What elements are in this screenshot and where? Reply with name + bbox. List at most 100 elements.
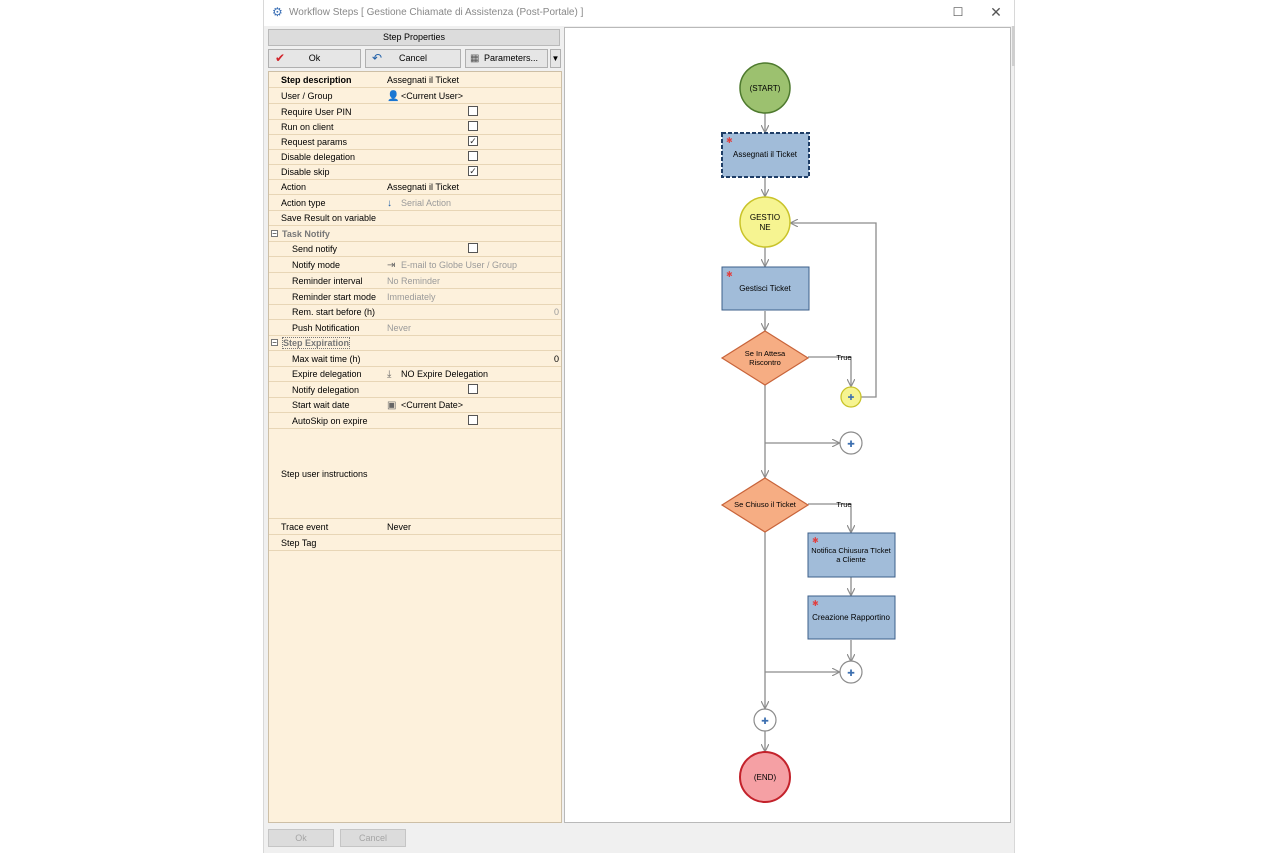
prop-label: Push Notification — [292, 323, 360, 333]
prop-row-step-tag[interactable]: Step Tag — [269, 536, 561, 551]
ok-button[interactable]: ✔ Ok — [268, 49, 361, 68]
prop-value: E-mail to Globe User / Group — [401, 260, 518, 270]
merge-node-2[interactable]: ✚ — [839, 660, 863, 684]
prop-label: Step Tag — [281, 538, 317, 548]
task-notifica-chiusura-ticket[interactable]: ✱ Notifica Chiusura TIcket a Cliente — [807, 532, 896, 578]
prop-value: 0 — [553, 307, 559, 317]
prop-label: Rem. start before (h) — [292, 307, 376, 317]
prop-label: Expire delegation — [292, 369, 362, 379]
task-label: Assegnati il Ticket — [733, 150, 798, 159]
prop-label: Notify delegation — [292, 385, 360, 395]
prop-row-trace-event[interactable]: Trace event Never — [269, 520, 561, 535]
end-label: (END) — [754, 773, 777, 782]
run-on-client-checkbox[interactable] — [468, 121, 478, 131]
prop-label: Step description — [281, 75, 352, 85]
ok-button-label: Ok — [308, 53, 321, 63]
loop-node[interactable]: ✚ — [840, 386, 862, 408]
prop-value: Never — [387, 522, 412, 532]
prop-row-request-params[interactable]: Request params ✓ — [269, 135, 561, 150]
task-gear-icon: ✱ — [726, 270, 733, 279]
footer-cancel-button[interactable]: Cancel — [340, 829, 406, 847]
prop-row-require-user-pin[interactable]: Require User PIN — [269, 105, 561, 120]
close-button[interactable]: ✕ — [984, 3, 1008, 21]
prop-row-expire-delegation[interactable]: Expire delegation ⤓ NO Expire Delegation — [269, 367, 561, 382]
prop-value: Immediately — [387, 292, 436, 302]
maximize-button[interactable]: ☐ — [946, 3, 970, 21]
prop-row-start-wait-date[interactable]: Start wait date ▣ <Current Date> — [269, 398, 561, 413]
prop-row-notify-delegation[interactable]: Notify delegation — [269, 383, 561, 398]
prop-value: 0 — [553, 354, 559, 364]
properties-toolbar: ✔ Ok ↶ Cancel ▦ Parameters... ▼ — [268, 49, 562, 69]
prop-row-step-user-instructions[interactable]: Step user instructions — [269, 429, 561, 519]
enter-arrow-icon: ⇥ — [387, 260, 396, 271]
parameters-dropdown-button[interactable]: ▼ — [550, 49, 561, 68]
notify-delegation-checkbox[interactable] — [468, 384, 478, 394]
workflow-steps-window: ⚙ Workflow Steps [ Gestione Chiamate di … — [263, 0, 1015, 853]
prop-row-send-notify[interactable]: Send notify — [269, 242, 561, 257]
state-gestione[interactable]: GESTIO NE — [739, 196, 791, 248]
section-step-expiration[interactable]: − Step Expiration — [269, 336, 561, 351]
state-label-line1: GESTIO — [750, 213, 780, 222]
serial-action-arrow-icon: ↓ — [387, 198, 392, 209]
prop-row-disable-skip[interactable]: Disable skip ✓ — [269, 165, 561, 180]
decision-se-in-attesa-riscontro[interactable]: Se In Attesa Riscontro — [720, 330, 810, 386]
prop-row-save-result[interactable]: Save Result on variable — [269, 211, 561, 226]
prop-label: Step user instructions — [281, 469, 368, 479]
merge-node-3[interactable]: ✚ — [753, 708, 777, 732]
cancel-button[interactable]: ↶ Cancel — [365, 49, 461, 68]
prop-label: User / Group — [281, 91, 333, 101]
prop-row-autoskip-on-expire[interactable]: AutoSkip on expire — [269, 414, 561, 429]
section-task-notify[interactable]: − Task Notify — [269, 227, 561, 242]
prop-label: Notify mode — [292, 260, 341, 270]
prop-label: Max wait time (h) — [292, 354, 361, 364]
prop-row-notify-mode[interactable]: Notify mode ⇥ E-mail to Globe User / Grou… — [269, 258, 561, 273]
window-scrollbar[interactable] — [1012, 26, 1015, 66]
prop-row-push-notification[interactable]: Push Notification Never — [269, 321, 561, 336]
collapse-toggle-icon[interactable]: − — [271, 339, 278, 347]
prop-row-rem-start-before[interactable]: Rem. start before (h) 0 — [269, 305, 561, 320]
prop-row-step-description[interactable]: Step description Assegnati il Ticket — [269, 73, 561, 88]
footer-ok-button[interactable]: Ok — [268, 829, 334, 847]
disable-skip-checkbox[interactable]: ✓ — [468, 166, 478, 176]
decision-se-chiuso-il-ticket[interactable]: Se Chiuso il Ticket — [720, 477, 810, 533]
parameters-button[interactable]: ▦ Parameters... — [465, 49, 548, 68]
prop-label: Require User PIN — [281, 107, 352, 117]
task-gestisci-ticket[interactable]: ✱ Gestisci Ticket — [721, 266, 810, 311]
request-params-checkbox[interactable]: ✓ — [468, 136, 478, 146]
true-label-1: True — [836, 353, 851, 362]
prop-label: Send notify — [292, 244, 338, 254]
section-title: Step Expiration — [282, 337, 351, 349]
prop-row-reminder-interval[interactable]: Reminder interval No Reminder — [269, 274, 561, 289]
prop-value: <Current Date> — [401, 400, 464, 410]
prop-label: Trace event — [281, 522, 329, 532]
prop-row-action[interactable]: Action Assegnati il Ticket — [269, 180, 561, 195]
collapse-toggle-icon[interactable]: − — [271, 230, 278, 238]
autoskip-on-expire-checkbox[interactable] — [468, 415, 478, 425]
prop-row-disable-delegation[interactable]: Disable delegation — [269, 150, 561, 165]
prop-label: Request params — [281, 137, 348, 147]
prop-row-user-group[interactable]: User / Group 👤 <Current User> — [269, 89, 561, 104]
workflow-canvas[interactable]: (START) ✱ Assegnati il Ticket GESTIO NE … — [564, 27, 1011, 823]
delegation-arrow-icon: ⤓ — [387, 369, 392, 380]
task-label-line1: Notifica Chiusura TIcket — [811, 546, 891, 555]
start-node[interactable]: (START) — [739, 62, 791, 114]
send-notify-checkbox[interactable] — [468, 243, 478, 253]
state-circle — [739, 196, 791, 248]
prop-value: Assegnati il Ticket — [387, 75, 460, 85]
prop-row-run-on-client[interactable]: Run on client — [269, 120, 561, 135]
prop-label: Save Result on variable — [281, 213, 377, 223]
task-assegnati-il-ticket[interactable]: ✱ Assegnati il Ticket — [721, 132, 810, 178]
merge-plus-icon: ✚ — [761, 716, 769, 726]
state-label-line2: NE — [759, 223, 770, 232]
prop-value: No Reminder — [387, 276, 441, 286]
task-creazione-rapportino[interactable]: ✱ Creazione Rapportino — [807, 595, 896, 640]
prop-row-max-wait-time[interactable]: Max wait time (h) 0 — [269, 352, 561, 367]
end-node[interactable]: (END) — [739, 751, 791, 803]
disable-delegation-checkbox[interactable] — [468, 151, 478, 161]
merge-node-1[interactable]: ✚ — [839, 431, 863, 455]
prop-label: Reminder start mode — [292, 292, 377, 302]
prop-value: Never — [387, 323, 412, 333]
require-user-pin-checkbox[interactable] — [468, 106, 478, 116]
prop-row-reminder-start-mode[interactable]: Reminder start mode Immediately — [269, 290, 561, 305]
prop-row-action-type[interactable]: Action type ↓ Serial Action — [269, 196, 561, 211]
